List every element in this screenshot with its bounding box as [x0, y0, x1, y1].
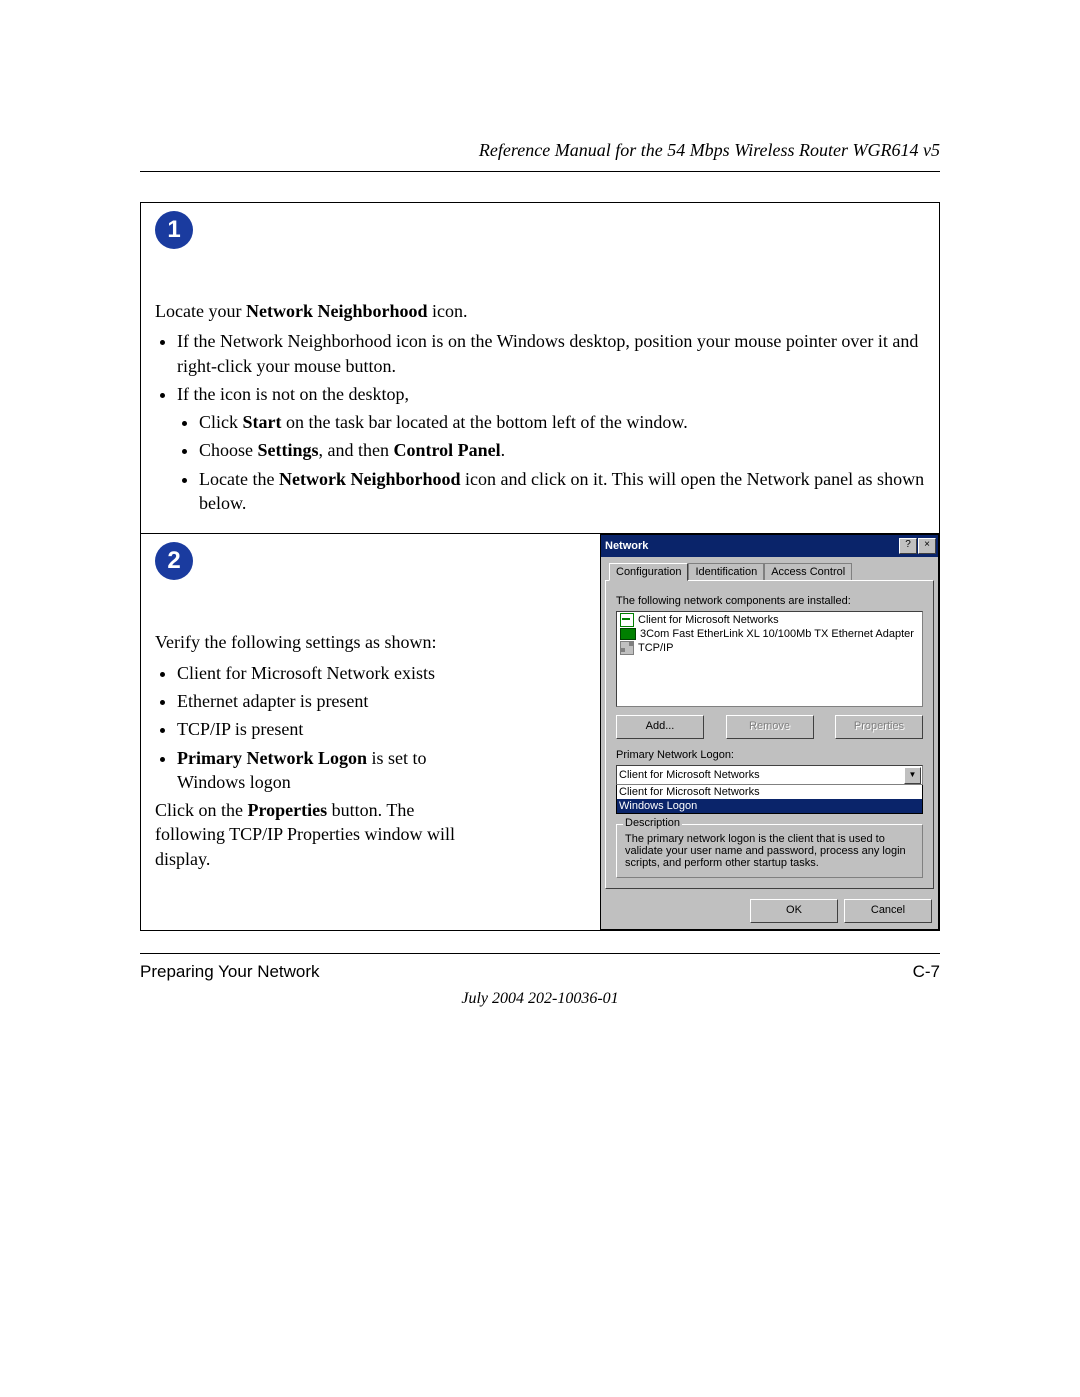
help-button[interactable]: ? — [899, 538, 917, 554]
logon-label: Primary Network Logon: — [616, 749, 923, 761]
step-1-badge: 1 — [155, 211, 193, 249]
network-dialog: Network ? × Configuration Identification… — [600, 534, 939, 930]
step1-bullet-2: If the icon is not on the desktop, Click… — [177, 382, 925, 515]
footer-page-number: C-7 — [913, 962, 940, 982]
footer-section: Preparing Your Network — [140, 962, 320, 982]
step1-sub-b: Choose Settings, and then Control Panel. — [199, 438, 925, 462]
cancel-button[interactable]: Cancel — [844, 899, 932, 923]
page: Reference Manual for the 54 Mbps Wireles… — [0, 0, 1080, 1008]
list-item[interactable]: TCP/IP — [618, 641, 921, 655]
add-button[interactable]: Add... — [616, 715, 704, 739]
components-listbox[interactable]: Client for Microsoft Networks 3Com Fast … — [616, 611, 923, 707]
header-title: Reference Manual for the 54 Mbps Wireles… — [140, 140, 940, 161]
close-button[interactable]: × — [918, 538, 936, 554]
step2-li2: Ethernet adapter is present — [177, 689, 465, 713]
footer-date: July 2004 202-10036-01 — [140, 990, 940, 1008]
tab-access-control[interactable]: Access Control — [764, 563, 852, 580]
adapter-icon — [620, 628, 636, 640]
step2-li1: Client for Microsoft Network exists — [177, 661, 465, 685]
step1-sub-a: Click Start on the task bar located at t… — [199, 410, 925, 434]
step-2-badge: 2 — [155, 542, 193, 580]
list-item[interactable]: Client for Microsoft Networks — [618, 613, 921, 627]
remove-button[interactable]: Remove — [726, 715, 814, 739]
logon-dropdown[interactable]: Client for Microsoft Networks ▼ — [616, 765, 923, 785]
protocol-icon — [620, 641, 634, 655]
tab-identification[interactable]: Identification — [688, 563, 764, 580]
step1-intro: Locate your Network Neighborhood icon. — [155, 299, 925, 323]
dropdown-option[interactable]: Client for Microsoft Networks — [617, 785, 922, 799]
description-text: The primary network logon is the client … — [625, 833, 914, 869]
content-box: 1 Locate your Network Neighborhood icon.… — [140, 202, 940, 931]
step2-p1: Verify the following settings as shown: — [155, 630, 465, 654]
tab-panel: The following network components are ins… — [605, 580, 934, 889]
description-legend: Description — [623, 817, 682, 829]
client-icon — [620, 613, 634, 627]
dropdown-option-selected[interactable]: Windows Logon — [617, 799, 922, 813]
logon-dropdown-list[interactable]: Client for Microsoft Networks Windows Lo… — [616, 784, 923, 814]
dialog-titlebar[interactable]: Network ? × — [601, 535, 938, 557]
header-rule — [140, 171, 940, 172]
tab-strip: Configuration Identification Access Cont… — [609, 563, 934, 580]
list-item[interactable]: 3Com Fast EtherLink XL 10/100Mb TX Ether… — [618, 627, 921, 641]
description-groupbox: Description The primary network logon is… — [616, 824, 923, 878]
step2-li4: Primary Network Logon is set to Windows … — [177, 746, 465, 795]
step1-sub-c: Locate the Network Neighborhood icon and… — [199, 467, 925, 516]
installed-label: The following network components are ins… — [616, 595, 923, 607]
step2-li3: TCP/IP is present — [177, 717, 465, 741]
properties-button[interactable]: Properties — [835, 715, 923, 739]
page-footer: Preparing Your Network C-7 July 2004 202… — [140, 953, 940, 1008]
step-2: 2 Verify the following settings as shown… — [141, 534, 939, 930]
step2-p2: Click on the Properties button. The foll… — [155, 798, 465, 871]
tab-configuration[interactable]: Configuration — [609, 563, 688, 581]
dialog-title: Network — [605, 540, 648, 552]
step1-bullet-1: If the Network Neighborhood icon is on t… — [177, 329, 925, 378]
ok-button[interactable]: OK — [750, 899, 838, 923]
step-1: 1 Locate your Network Neighborhood icon.… — [141, 203, 939, 534]
chevron-down-icon[interactable]: ▼ — [904, 767, 921, 784]
